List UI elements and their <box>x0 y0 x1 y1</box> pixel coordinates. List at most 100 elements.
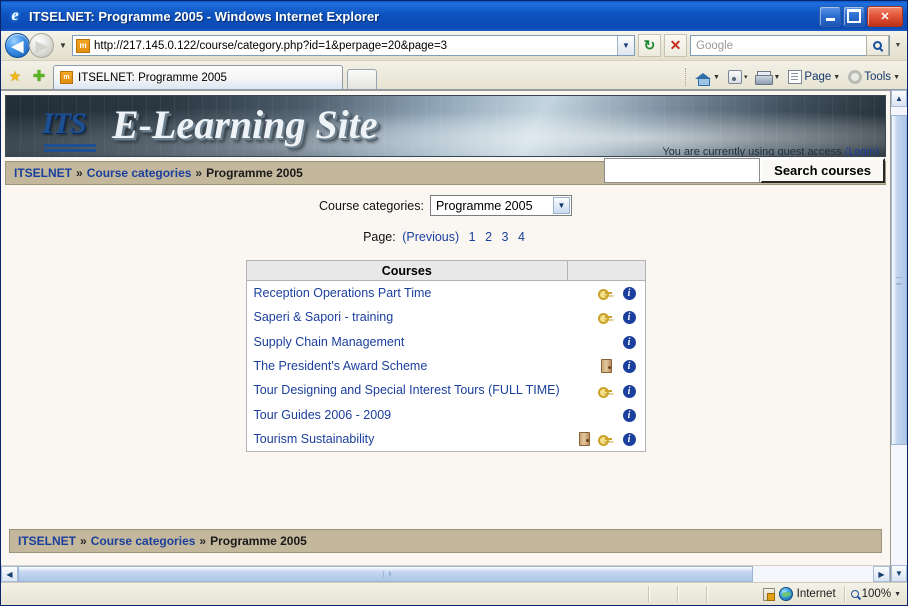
table-row: Supply Chain Management i <box>246 329 645 354</box>
breadcrumb: ITSELNET » Course categories » Programme… <box>5 158 886 185</box>
table-row: Saperi & Sapori - training i <box>246 305 645 330</box>
horizontal-scrollbar[interactable]: ◀ ▶ <box>1 565 890 582</box>
address-bar[interactable]: m http://217.145.0.122/course/category.p… <box>72 35 635 56</box>
tools-menu-label: Tools <box>864 71 892 83</box>
page-content: Course categories: Programme 2005 ▼ Page… <box>1 185 890 453</box>
feeds-button[interactable]: ▾ <box>725 68 751 86</box>
breadcrumb-root-link[interactable]: ITSELNET <box>14 166 72 180</box>
pagination-page-4[interactable]: 4 <box>518 230 525 244</box>
table-row: Tour Guides 2006 - 2009 i <box>246 402 645 427</box>
footer-breadcrumb-root-link[interactable]: ITSELNET <box>18 534 76 548</box>
enrolment-key-icon <box>598 312 613 325</box>
recent-pages-dropdown-icon[interactable]: ▼ <box>57 41 69 50</box>
feeds-caret-icon[interactable]: ▾ <box>744 73 748 81</box>
search-courses-button[interactable]: Search courses <box>760 158 885 183</box>
course-icons-cell: i <box>567 329 645 354</box>
close-button[interactable]: ✕ <box>867 5 903 27</box>
table-row: The President's Award Scheme i <box>246 353 645 379</box>
login-link[interactable]: (Login) <box>845 146 879 156</box>
scroll-up-button[interactable]: ▲ <box>891 90 907 107</box>
zoom-caret-icon[interactable]: ▼ <box>894 591 901 598</box>
category-select[interactable]: Programme 2005 ▼ <box>429 195 572 216</box>
search-provider-dropdown-icon[interactable]: ▼ <box>893 42 903 49</box>
course-info-icon[interactable]: i <box>622 287 636 301</box>
course-info-icon[interactable]: i <box>622 432 636 446</box>
chevron-down-icon[interactable]: ▼ <box>552 197 570 214</box>
course-link[interactable]: Tour Designing and Special Interest Tour… <box>254 383 560 397</box>
footer-breadcrumb-course-categories-link[interactable]: Course categories <box>91 534 196 548</box>
pagination-page-3[interactable]: 3 <box>502 230 509 244</box>
browser-window: e ITSELNET: Programme 2005 - Windows Int… <box>0 0 908 606</box>
status-pane-a <box>649 583 677 605</box>
add-to-favorites-icon[interactable]: ✚ <box>29 63 49 89</box>
scroll-left-button[interactable]: ◀ <box>1 566 18 582</box>
home-button[interactable]: ▼ <box>692 68 723 86</box>
course-link[interactable]: Supply Chain Management <box>254 335 405 349</box>
breadcrumb-separator: » <box>199 534 207 548</box>
tab-itselnet-programme-2005[interactable]: m ITSELNET: Programme 2005 <box>53 65 343 89</box>
print-caret-icon[interactable]: ▼ <box>773 74 780 81</box>
favorites-center-icon[interactable]: ★ <box>5 63 25 89</box>
tools-caret-icon[interactable]: ▼ <box>893 74 900 81</box>
course-name-cell: The President's Award Scheme <box>246 353 568 379</box>
forward-button[interactable]: ▶ <box>29 33 54 58</box>
course-info-icon[interactable]: i <box>622 384 636 398</box>
enrolment-key-icon <box>598 386 613 398</box>
course-icons-cell: i <box>567 378 645 403</box>
security-zone-indicator[interactable]: Internet <box>755 587 844 601</box>
page-menu-button[interactable]: Page ▼ <box>785 68 843 86</box>
guest-access-icon <box>578 432 590 447</box>
refresh-icon[interactable]: ↻ <box>638 34 661 57</box>
course-link[interactable]: The President's Award Scheme <box>254 359 428 373</box>
table-row: Tour Designing and Special Interest Tour… <box>246 378 645 403</box>
zoom-level-label: 100% <box>861 588 892 600</box>
address-history-dropdown-icon[interactable]: ▼ <box>617 36 634 55</box>
back-button[interactable]: ◀ <box>5 33 30 58</box>
course-icons-cell: i <box>567 426 645 452</box>
new-tab-button[interactable] <box>347 69 377 89</box>
breadcrumb-course-categories-link[interactable]: Course categories <box>87 166 192 180</box>
scroll-right-button[interactable]: ▶ <box>873 566 890 582</box>
pagination-previous-link[interactable]: (Previous) <box>402 230 459 244</box>
course-info-icon[interactable]: i <box>622 311 636 325</box>
course-link[interactable]: Reception Operations Part Time <box>254 286 432 300</box>
enrolment-key-icon <box>598 434 613 446</box>
course-link[interactable]: Tour Guides 2006 - 2009 <box>254 408 392 422</box>
title-bar: e ITSELNET: Programme 2005 - Windows Int… <box>1 1 907 31</box>
course-info-icon[interactable]: i <box>622 408 636 422</box>
scroll-down-button[interactable]: ▼ <box>891 565 907 582</box>
pagination-page-1[interactable]: 1 <box>469 230 476 244</box>
horizontal-scroll-track[interactable] <box>18 566 873 582</box>
browser-search-placeholder: Google <box>696 39 734 52</box>
guest-access-text: You are currently using guest access <box>662 146 842 157</box>
breadcrumb-separator: » <box>76 166 83 180</box>
minimize-button[interactable] <box>819 5 841 27</box>
tab-title: ITSELNET: Programme 2005 <box>78 71 227 84</box>
vertical-scroll-thumb[interactable] <box>891 115 907 445</box>
page-caret-icon[interactable]: ▼ <box>833 74 840 81</box>
search-icon[interactable] <box>866 35 889 56</box>
vertical-scroll-track[interactable] <box>891 107 907 565</box>
zoom-control[interactable]: 100% ▼ <box>845 588 907 600</box>
course-icons-cell: i <box>567 280 645 306</box>
pagination-page-2[interactable]: 2 <box>485 230 492 244</box>
tools-menu-button[interactable]: Tools ▼ <box>845 68 903 86</box>
table-row: Reception Operations Part Time i <box>246 280 645 306</box>
course-info-icon[interactable]: i <box>622 359 636 373</box>
pagination: Page: (Previous) 1 2 3 4 <box>1 230 890 244</box>
course-search-input[interactable] <box>604 158 761 183</box>
category-selector-label: Course categories: <box>319 198 424 213</box>
print-button[interactable]: ▼ <box>752 69 783 86</box>
stop-icon[interactable]: ✕ <box>664 34 687 57</box>
vertical-scrollbar[interactable]: ▲ ▼ <box>890 90 907 582</box>
site-favicon-icon: m <box>76 38 90 53</box>
course-link[interactable]: Saperi & Sapori - training <box>254 310 394 324</box>
home-caret-icon[interactable]: ▼ <box>713 74 720 81</box>
horizontal-scroll-thumb[interactable] <box>18 566 753 582</box>
browser-search-input[interactable]: Google <box>690 35 890 56</box>
maximize-button[interactable] <box>843 5 865 27</box>
course-info-icon[interactable]: i <box>622 335 636 349</box>
course-link[interactable]: Tourism Sustainability <box>254 432 375 446</box>
guest-access-notice: You are currently using guest access (Lo… <box>662 146 879 157</box>
course-search-form: Search courses <box>604 158 885 183</box>
